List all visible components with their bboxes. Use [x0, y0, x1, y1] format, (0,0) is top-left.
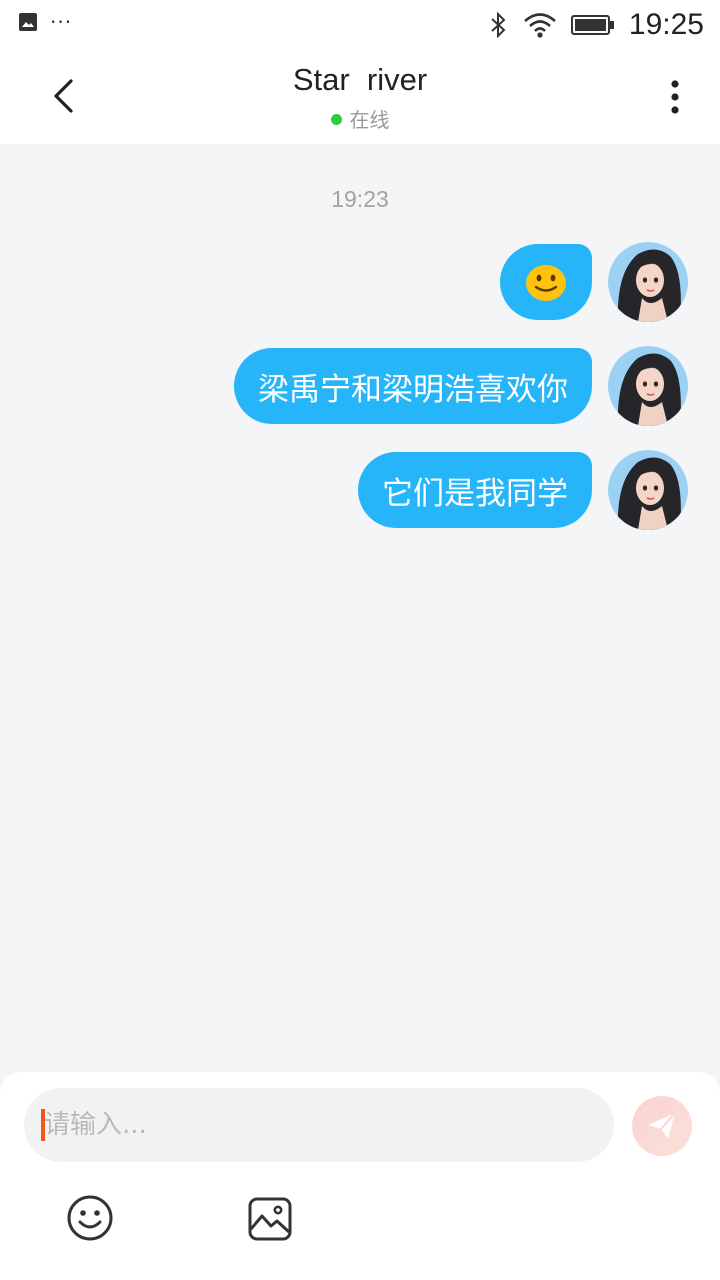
message-row: 梁禹宁和梁明浩喜欢你: [234, 346, 688, 426]
chat-header: Star river 在线: [0, 50, 720, 144]
image-picker-icon[interactable]: [247, 1196, 293, 1242]
avatar[interactable]: [608, 242, 688, 322]
paper-plane-icon: [648, 1112, 676, 1139]
message-row: [500, 242, 688, 322]
message-composer: [0, 1072, 720, 1280]
message-input-container[interactable]: [24, 1088, 614, 1162]
battery-icon: [570, 15, 614, 35]
image-notification-icon: [19, 13, 37, 31]
message-input[interactable]: [44, 1088, 604, 1162]
more-options-icon[interactable]: [660, 76, 690, 120]
online-status: 在线: [0, 104, 720, 133]
slightly-smiling-face-emoji-icon: [526, 265, 566, 301]
send-button[interactable]: [632, 1096, 692, 1156]
avatar[interactable]: [608, 450, 688, 530]
online-status-text: 在线: [349, 108, 390, 132]
clock-time: 19:25: [628, 8, 704, 41]
message-bubble-text[interactable]: 它们是我同学: [358, 452, 592, 528]
bluetooth-icon: [491, 11, 506, 39]
message-row: 它们是我同学: [358, 450, 688, 530]
message-bubble-text[interactable]: 梁禹宁和梁明浩喜欢你: [234, 348, 592, 424]
contact-name: Star river: [292, 62, 428, 97]
message-bubble-emoji[interactable]: [500, 244, 592, 320]
more-notifications-icon: ···: [50, 10, 73, 34]
status-bar: ··· 19:25: [0, 0, 720, 50]
wifi-icon: [524, 13, 556, 38]
online-dot-icon: [330, 114, 342, 125]
avatar[interactable]: [608, 346, 688, 426]
emoji-face-icon[interactable]: [66, 1194, 114, 1242]
message-timestamp: 19:23: [331, 186, 389, 212]
